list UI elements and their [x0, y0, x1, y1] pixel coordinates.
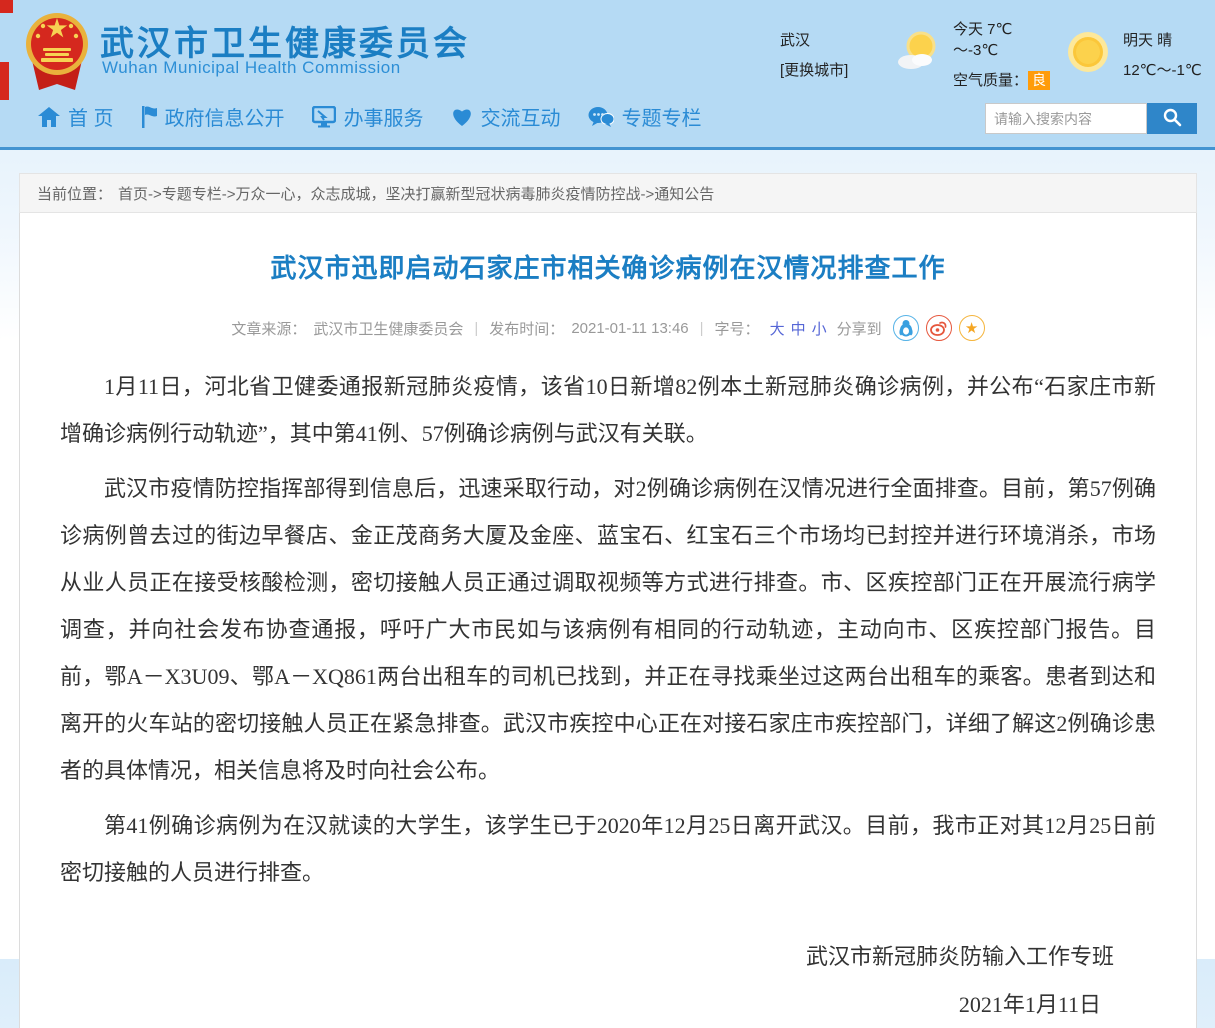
sun-icon: [1063, 27, 1113, 82]
tomorrow-weather: 明天 晴: [1123, 29, 1215, 50]
article: 武汉市迅即启动石家庄市相关确诊病例在汉情况排查工作 文章来源： 武汉市卫生健康委…: [19, 213, 1197, 1028]
content-column: 当前位置： 首页->专题专栏->万众一心，众志成城，坚决打赢新型冠状病毒肺炎疫情…: [19, 173, 1197, 1028]
home-icon: [38, 107, 60, 127]
sun-cloud-icon: [895, 30, 943, 79]
paragraph: 第41例确诊病例为在汉就读的大学生，该学生已于2020年12月25日离开武汉。目…: [60, 802, 1156, 896]
decor-red-edge: [0, 62, 9, 100]
share-buttons: ★: [893, 315, 985, 341]
source-value: 武汉市卫生健康委员会: [313, 318, 463, 339]
change-city-link[interactable]: [更换城市]: [780, 59, 885, 80]
share-label: 分享到: [837, 318, 882, 339]
font-size-controls: 大中小: [767, 318, 830, 339]
search-button[interactable]: [1147, 103, 1197, 134]
nav-item-gov-info[interactable]: 政府信息公开: [141, 102, 285, 131]
monitor-icon: [312, 106, 336, 128]
flag-icon: [141, 106, 157, 128]
signature-date: 2021年1月11日: [60, 982, 1156, 1028]
font-medium-button[interactable]: 中: [791, 321, 806, 338]
today-weather: 今天 7℃～-3℃: [953, 18, 1053, 60]
article-body: 1月11日，河北省卫健委通报新冠肺炎疫情，该省10日新增82例本土新冠肺炎确诊病…: [60, 363, 1156, 896]
heart-icon: [451, 107, 473, 127]
weather-city: 武汉: [780, 29, 885, 50]
chat-icon: [588, 106, 614, 128]
nav-item-interaction[interactable]: 交流互动: [451, 102, 561, 131]
tomorrow-temp: 12℃～-1℃: [1123, 59, 1215, 80]
font-small-button[interactable]: 小: [812, 321, 827, 338]
signature-org: 武汉市新冠肺炎防输入工作专班: [60, 934, 1156, 980]
nav-item-home[interactable]: 首 页: [38, 102, 114, 131]
breadcrumb-label: 当前位置：: [37, 183, 112, 204]
source-label: 文章来源：: [231, 318, 306, 339]
paragraph: 1月11日，河北省卫健委通报新冠肺炎疫情，该省10日新增82例本土新冠肺炎确诊病…: [60, 363, 1156, 457]
qzone-share-icon[interactable]: ★: [959, 315, 985, 341]
weibo-share-icon[interactable]: [926, 315, 952, 341]
national-emblem-logo: [25, 6, 89, 101]
article-meta: 文章来源： 武汉市卫生健康委员会 | 发布时间： 2021-01-11 13:4…: [60, 315, 1156, 341]
site-header: 武汉市卫生健康委员会 Wuhan Municipal Health Commis…: [0, 0, 1215, 150]
publish-time-value: 2021-01-11 13:46: [571, 320, 688, 337]
air-quality: 空气质量：良: [953, 69, 1053, 90]
search-input[interactable]: [985, 103, 1147, 134]
weather-widget: 武汉 [更换城市] 今天 7℃～-3℃ 空气质量：良 明天 晴: [780, 18, 1215, 90]
air-quality-badge: 良: [1028, 71, 1050, 90]
nav-item-services[interactable]: 办事服务: [312, 102, 424, 131]
publish-time-label: 发布时间：: [489, 318, 564, 339]
decor-red-corner: [0, 0, 13, 13]
qq-share-icon[interactable]: [893, 315, 919, 341]
nav-item-special-topics[interactable]: 专题专栏: [588, 102, 702, 131]
breadcrumb-path[interactable]: 首页->专题专栏->万众一心，众志成城，坚决打赢新型冠状病毒肺炎疫情防控战->通…: [118, 183, 714, 204]
search-icon: [1162, 107, 1182, 130]
paragraph: 武汉市疫情防控指挥部得到信息后，迅速采取行动，对2例确诊病例在汉情况进行全面排查…: [60, 465, 1156, 794]
site-subtitle: Wuhan Municipal Health Commission: [102, 58, 401, 78]
fontsize-label: 字号：: [715, 318, 760, 339]
breadcrumb: 当前位置： 首页->专题专栏->万众一心，众志成城，坚决打赢新型冠状病毒肺炎疫情…: [19, 173, 1197, 213]
article-title: 武汉市迅即启动石家庄市相关确诊病例在汉情况排查工作: [60, 213, 1156, 285]
main-nav: 首 页 政府信息公开 办事服务 交流互动 专题专栏: [38, 102, 702, 131]
signature-block: 武汉市新冠肺炎防输入工作专班 2021年1月11日: [60, 934, 1156, 1028]
search-box: [985, 103, 1197, 134]
font-large-button[interactable]: 大: [770, 321, 785, 338]
